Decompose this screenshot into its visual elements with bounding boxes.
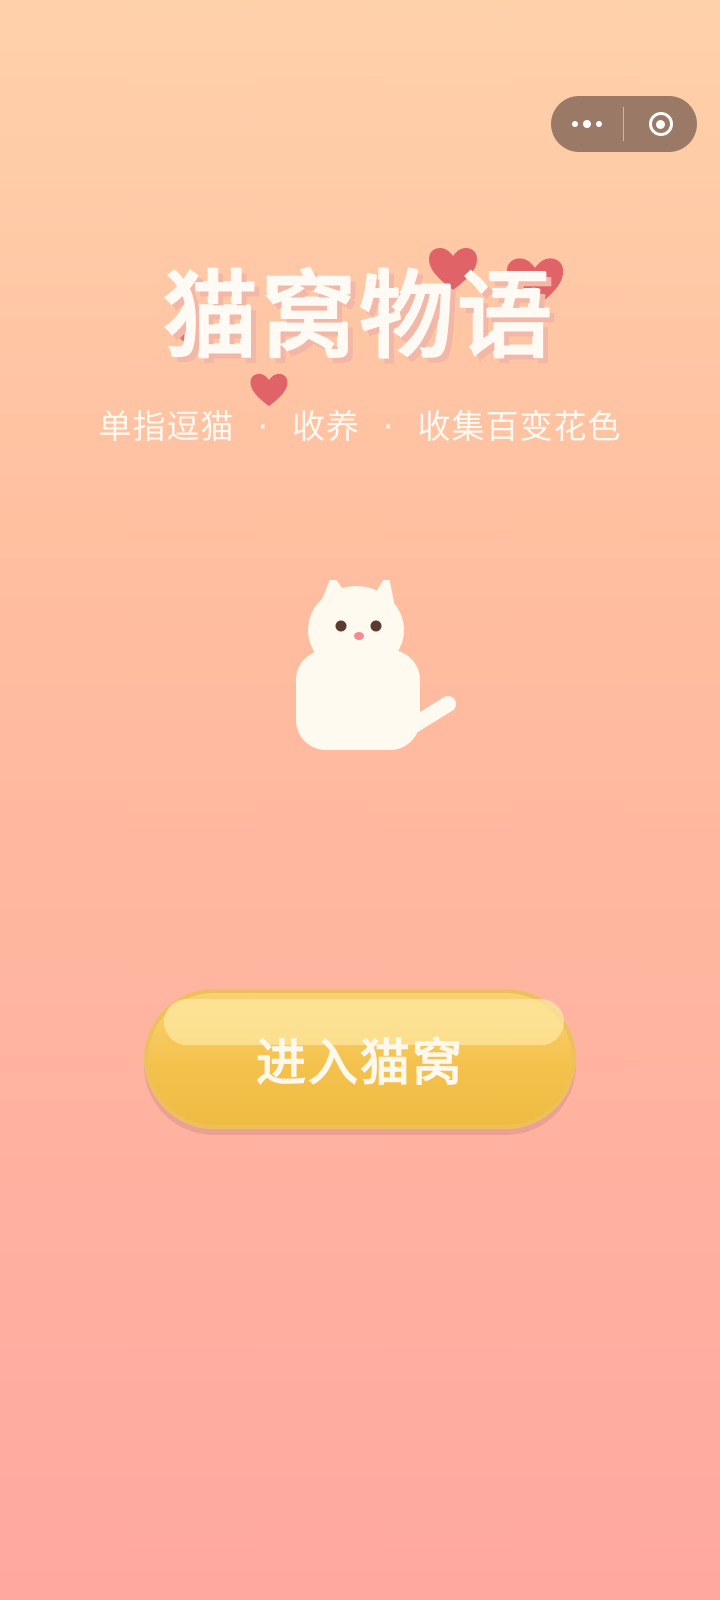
more-dots-icon[interactable] (551, 96, 623, 152)
game-title: 猫窝物语 (163, 263, 556, 372)
mini-program-capsule (551, 96, 697, 152)
game-subtitle: 单指逗猫 · 收养 · 收集百变花色 (98, 407, 622, 446)
enter-button-label: 进入猫窝 (256, 1034, 464, 1092)
enter-cat-house-button[interactable]: 进入猫窝 (144, 989, 576, 1129)
target-close-icon[interactable] (624, 96, 697, 152)
cat-illustration (296, 580, 456, 750)
